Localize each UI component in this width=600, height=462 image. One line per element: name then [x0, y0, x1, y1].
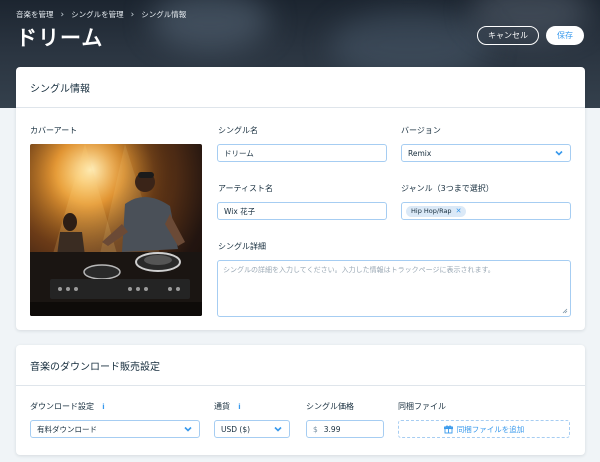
- currency-select[interactable]: USD ($): [214, 420, 290, 438]
- info-icon[interactable]: i: [99, 402, 108, 411]
- single-name-field[interactable]: ドリーム: [217, 144, 387, 162]
- breadcrumb-item-manage-music[interactable]: 音楽を管理: [16, 9, 54, 20]
- version-label: バージョン: [401, 126, 441, 135]
- price-label: シングル価格: [306, 402, 354, 411]
- chevron-down-icon: [184, 426, 192, 432]
- single-info-section-title: シングル情報: [16, 67, 585, 108]
- dj-photo-illustration: [30, 144, 202, 316]
- page-title: ドリーム: [16, 26, 104, 50]
- currency-label: 通貨: [214, 402, 230, 411]
- download-settings-section-title: 音楽のダウンロード販売設定: [16, 345, 585, 386]
- download-setting-select[interactable]: 有料ダウンロード: [30, 420, 200, 438]
- currency-value: USD ($): [221, 424, 251, 434]
- download-settings-card: 音楽のダウンロード販売設定 ダウンロード設定 i 有料ダウンロード 通貨 i U…: [16, 345, 585, 455]
- details-textarea[interactable]: シングルの詳細を入力してください。入力した情報はトラックページに表示されます。: [217, 260, 571, 317]
- download-setting-label-row: ダウンロード設定 i: [30, 401, 108, 412]
- single-name-value: ドリーム: [224, 148, 254, 158]
- details-placeholder: シングルの詳細を入力してください。入力した情報はトラックページに表示されます。: [223, 266, 495, 274]
- details-label: シングル詳細: [218, 242, 266, 251]
- artist-field[interactable]: Wix 花子: [217, 202, 387, 220]
- genre-label: ジャンル（3つまで選択）: [401, 184, 494, 193]
- cover-art-label: カバーアート: [30, 126, 78, 135]
- genre-tag: Hip Hop/Rap ✕: [406, 205, 467, 217]
- genre-tag-input[interactable]: Hip Hop/Rap ✕: [401, 202, 571, 220]
- attachment-label: 同梱ファイル: [398, 402, 446, 411]
- remove-tag-icon[interactable]: ✕: [456, 207, 462, 215]
- download-setting-value: 有料ダウンロード: [37, 424, 97, 434]
- artist-value: Wix 花子: [224, 206, 256, 216]
- price-value: 3.99: [323, 424, 341, 434]
- chevron-right-icon: ›: [130, 9, 135, 20]
- add-attachment-label: 同梱ファイルを追加: [456, 424, 525, 434]
- version-value: Remix: [408, 148, 432, 158]
- chevron-down-icon: [555, 150, 563, 156]
- chevron-right-icon: ›: [60, 9, 65, 20]
- chevron-down-icon: [274, 426, 282, 432]
- currency-label-row: 通貨 i: [214, 401, 244, 412]
- genre-tag-label: Hip Hop/Rap: [411, 207, 452, 215]
- price-currency-symbol: $: [313, 424, 318, 434]
- single-name-label: シングル名: [218, 126, 258, 135]
- cancel-button[interactable]: キャンセル: [477, 26, 539, 45]
- cover-art-image[interactable]: [30, 144, 202, 316]
- single-info-card: シングル情報 カバーアート シングル名 ドリーム バージョン Remix アーテ…: [16, 67, 585, 330]
- save-button[interactable]: 保存: [546, 26, 584, 45]
- resize-handle-icon[interactable]: [562, 308, 568, 314]
- artist-label: アーティスト名: [218, 184, 274, 193]
- breadcrumb: 音楽を管理 › シングルを管理 › シングル情報: [16, 9, 186, 20]
- version-select[interactable]: Remix: [401, 144, 571, 162]
- breadcrumb-item-single-info: シングル情報: [141, 10, 187, 19]
- price-field[interactable]: $ 3.99: [306, 420, 384, 438]
- download-setting-label: ダウンロード設定: [30, 402, 94, 411]
- breadcrumb-item-manage-singles[interactable]: シングルを管理: [71, 9, 124, 20]
- add-attachment-button[interactable]: 同梱ファイルを追加: [398, 420, 570, 438]
- info-icon[interactable]: i: [235, 402, 244, 411]
- gift-icon: [443, 425, 453, 433]
